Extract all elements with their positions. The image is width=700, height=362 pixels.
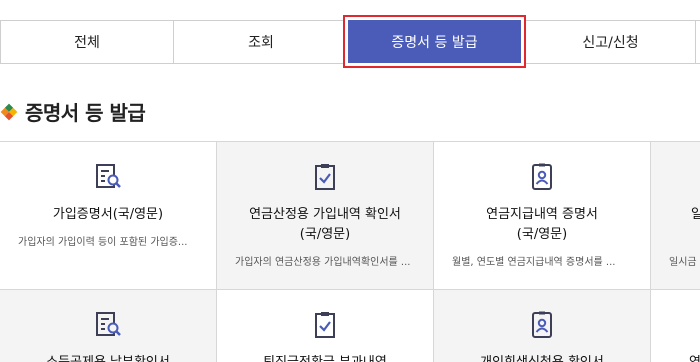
card-title: 연금산정용 가입내역 확인서 (국/영문) (249, 207, 401, 242)
document-search-icon (96, 164, 121, 188)
section-header: 증명서 등 발급 (0, 97, 146, 126)
service-card[interactable]: 연금지급내역 증명서 (국/영문) 월별, 연도별 연금지급내역 증명서를 ..… (434, 142, 651, 290)
tab-certificate-issuance[interactable]: 증명서 등 발급 (343, 15, 526, 68)
card-title: 퇴직금전환금 부과내역 (227, 353, 423, 362)
card-title: 소득공제용 납부확인서 (10, 353, 206, 362)
service-card[interactable]: 연금산정용 가입내역 확인서 (국/영문) 가입자의 연금산정용 가입내역확인서… (217, 142, 434, 290)
service-card[interactable]: 개인회생신청용 확인서 (434, 290, 651, 362)
tab-label: 신고/신청 (582, 35, 639, 51)
service-card[interactable]: 퇴직금전환금 부과내역 (217, 290, 434, 362)
id-badge-icon (532, 163, 552, 190)
tab-label: 증명서 등 발급 (348, 20, 521, 63)
card-title: 일 (691, 205, 700, 225)
document-search-icon (96, 312, 121, 336)
clipboard-check-icon (315, 312, 335, 338)
service-card[interactable]: 일 일시금 (651, 142, 700, 290)
service-card-grid: 가입증명서(국/영문) 가입자의 가입이력 등이 포함된 가입증... 연금산정… (0, 141, 700, 362)
tab-inquiry[interactable]: 조회 (174, 21, 349, 63)
card-description: 일시금 (669, 257, 697, 268)
card-description: 월별, 연도별 연금지급내역 증명서를 ... (452, 257, 616, 268)
card-description: 가입자의 가입이력 등이 포함된 가입증... (18, 237, 188, 248)
card-title: 가입증명서(국/영문) (52, 207, 164, 222)
tab-report-apply[interactable]: 신고/신청 (526, 21, 696, 63)
diamond-bullet-icon (0, 103, 18, 120)
clipboard-check-icon (315, 164, 335, 190)
service-card[interactable]: 가입증명서(국/영문) 가입자의 가입이력 등이 포함된 가입증... (0, 142, 217, 290)
tab-all[interactable]: 전체 (1, 21, 174, 63)
service-card[interactable]: 소득공제용 납부확인서 (0, 290, 217, 362)
card-title: 연 (689, 353, 700, 362)
card-title: 개인회생신청용 확인서 (444, 353, 640, 362)
card-title: 연금지급내역 증명서 (국/영문) (486, 207, 598, 242)
id-badge-icon (532, 311, 552, 338)
card-description: 가입자의 연금산정용 가입내역확인서를 ... (235, 257, 411, 268)
tab-label: 전체 (74, 35, 100, 51)
tab-label: 조회 (248, 35, 274, 51)
section-title: 증명서 등 발급 (25, 101, 146, 125)
service-card[interactable]: 연 (651, 290, 700, 362)
